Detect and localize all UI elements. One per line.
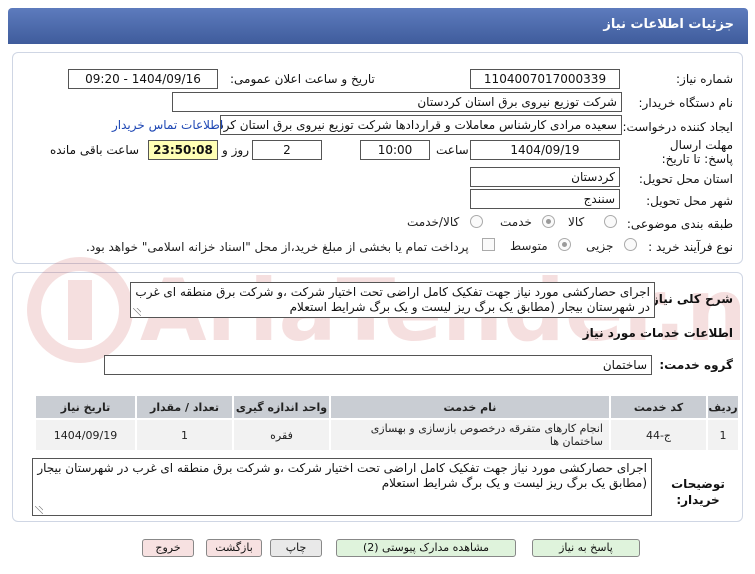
process-radio-medium[interactable]	[558, 238, 571, 251]
table-header-row: ردیف کد خدمت نام خدمت واحد اندازه گیری ت…	[36, 396, 738, 418]
deadline-date-field[interactable]: 1404/09/19	[470, 140, 620, 160]
category-option-goods-service: کالا/خدمت	[407, 215, 460, 229]
category-label: طبقه بندی موضوعی:	[626, 217, 733, 231]
page-header: جزئیات اطلاعات نیاز	[8, 8, 748, 44]
cell-service-code: ج-44	[611, 420, 706, 450]
deadline-time-label: ساعت	[436, 143, 469, 157]
deadline-time-field[interactable]: 10:00	[360, 140, 430, 160]
announce-label: تاریخ و ساعت اعلان عمومی:	[230, 72, 375, 86]
cell-row-number: 1	[708, 420, 738, 450]
description-label: شرح کلی نیاز:	[647, 292, 733, 306]
days-field[interactable]: 2	[252, 140, 322, 160]
need-number-field[interactable]: 1104007017000339	[470, 69, 620, 89]
col-row-number: ردیف	[708, 396, 738, 418]
service-group-label: گروه خدمت:	[659, 358, 733, 372]
col-unit: واحد اندازه گیری	[234, 396, 329, 418]
category-option-service: خدمت	[500, 215, 532, 229]
col-quantity: تعداد / مقدار	[137, 396, 232, 418]
services-table: ردیف کد خدمت نام خدمت واحد اندازه گیری ت…	[34, 394, 740, 452]
cell-service-name: انجام کارهای متفرقه درخصوص بازسازی و بهس…	[331, 420, 609, 450]
days-label: روز و	[222, 143, 249, 157]
category-option-goods: کالا	[568, 215, 585, 229]
buyer-notes-textarea[interactable]: اجرای حصارکشی مورد نیاز جهت تفکیک کامل ا…	[32, 458, 652, 516]
need-number-label: شماره نیاز:	[676, 72, 733, 86]
services-section-title: اطلاعات خدمات مورد نیاز	[582, 326, 733, 340]
reply-button[interactable]: پاسخ به نیاز	[532, 539, 640, 557]
description-text: اجرای حصارکشی مورد نیاز جهت تفکیک کامل ا…	[135, 285, 650, 314]
table-row: 1 ج-44 انجام کارهای متفرقه درخصوص بازساز…	[36, 420, 738, 450]
remaining-label: ساعت باقی مانده	[50, 143, 140, 157]
col-service-code: کد خدمت	[611, 396, 706, 418]
col-need-date: تاریخ نیاز	[36, 396, 135, 418]
resize-handle[interactable]	[35, 506, 43, 514]
deadline-label: مهلت ارسال پاسخ: تا تاریخ:	[661, 138, 733, 166]
cell-quantity: 1	[137, 420, 232, 450]
city-label: شهر محل تحویل:	[646, 194, 733, 208]
category-radio-goods[interactable]	[604, 215, 617, 228]
category-radio-goods-service[interactable]	[470, 215, 483, 228]
category-radio-service[interactable]	[542, 215, 555, 228]
province-field[interactable]: کردستان	[470, 167, 620, 187]
creator-field[interactable]: سعیده مرادی کارشناس معاملات و قراردادها …	[220, 115, 622, 135]
cell-need-date: 1404/09/19	[36, 420, 135, 450]
announce-datetime-field[interactable]: 1404/09/16 - 09:20	[68, 69, 218, 89]
cell-unit: فقره	[234, 420, 329, 450]
service-group-field[interactable]: ساختمان	[104, 355, 652, 375]
province-label: استان محل تحویل:	[638, 172, 733, 186]
process-radio-minor[interactable]	[624, 238, 637, 251]
buyer-notes-text: اجرای حصارکشی مورد نیاز جهت تفکیک کامل ا…	[37, 461, 647, 490]
resize-handle[interactable]	[133, 308, 141, 316]
buyer-org-label: نام دستگاه خریدار:	[638, 96, 734, 110]
buyer-notes-label: توضیحات خریدار:	[671, 477, 725, 507]
back-button[interactable]: بازگشت	[206, 539, 262, 557]
remaining-time-field: 23:50:08	[148, 140, 218, 160]
col-service-name: نام خدمت	[331, 396, 609, 418]
process-option-medium: متوسط	[510, 239, 548, 253]
description-textarea[interactable]: اجرای حصارکشی مورد نیاز جهت تفکیک کامل ا…	[130, 282, 655, 318]
treasury-checkbox[interactable]	[482, 238, 495, 251]
exit-button[interactable]: خروج	[142, 539, 194, 557]
payment-note: پرداخت تمام یا بخشی از مبلغ خرید،از محل …	[86, 240, 469, 254]
attachments-button[interactable]: مشاهده مدارک پیوستی (2)	[336, 539, 516, 557]
print-button[interactable]: چاپ	[270, 539, 322, 557]
buyer-contact-link[interactable]: اطلاعات تماس خریدار	[112, 118, 223, 132]
process-option-minor: جزیی	[586, 239, 614, 253]
buyer-org-field[interactable]: شرکت توزیع نیروی برق استان کردستان	[172, 92, 622, 112]
city-field[interactable]: سنندج	[470, 189, 620, 209]
page-title: جزئیات اطلاعات نیاز	[603, 17, 734, 32]
creator-label: ایجاد کننده درخواست:	[622, 120, 733, 134]
process-label: نوع فرآیند خرید :	[648, 240, 733, 254]
